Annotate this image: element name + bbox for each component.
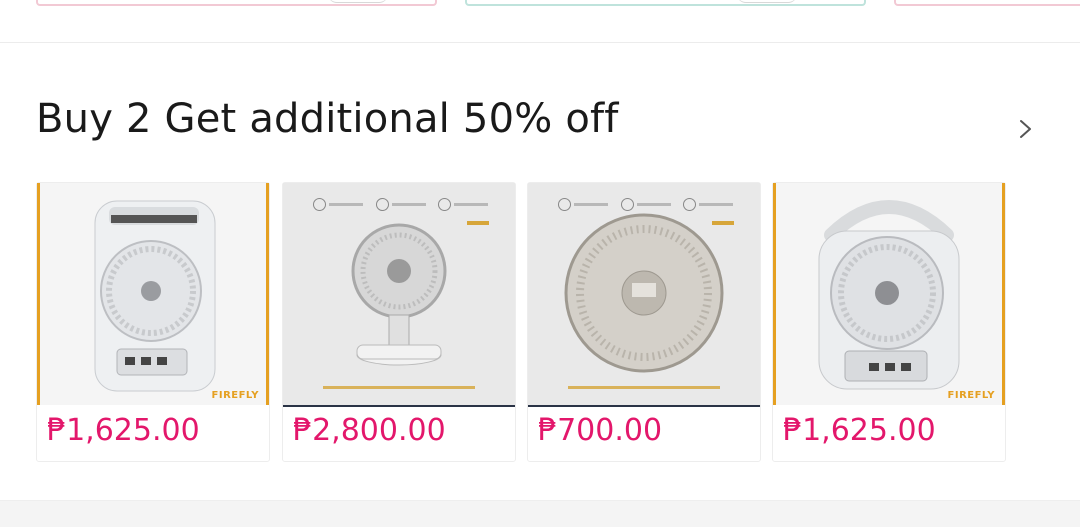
product-price: ₱1,625.00 xyxy=(783,413,936,448)
section-title: Buy 2 Get additional 50% off xyxy=(36,96,619,142)
chevron-right-icon[interactable] xyxy=(1014,118,1036,140)
product-image: FIREFLY xyxy=(773,183,1005,405)
product-price: ₱700.00 xyxy=(538,413,663,448)
product-image: FIREFLY xyxy=(37,183,269,405)
product-card[interactable]: FIREFLY ₱1,625.00 xyxy=(36,182,270,462)
model-tag xyxy=(712,221,734,225)
section-divider xyxy=(0,42,1080,43)
brand-logo: FIREFLY xyxy=(947,390,995,401)
caption-text xyxy=(568,386,720,389)
top-promo-card[interactable] xyxy=(894,0,1080,6)
desk-fan-icon xyxy=(351,223,447,366)
product-price: ₱2,800.00 xyxy=(293,413,446,448)
product-image xyxy=(283,183,515,407)
promo-decoration xyxy=(328,0,388,3)
section-divider xyxy=(0,500,1080,527)
product-card[interactable]: ₱700.00 xyxy=(527,182,761,462)
handle-fan-icon xyxy=(818,200,960,390)
promo-decoration xyxy=(737,0,797,3)
feature-icons xyxy=(313,195,488,213)
top-promo-card[interactable] xyxy=(465,0,866,6)
feature-icons xyxy=(558,195,733,213)
top-promo-strip xyxy=(0,0,1080,42)
product-price: ₱1,625.00 xyxy=(47,413,200,448)
portable-box-fan-icon xyxy=(564,213,724,373)
product-image xyxy=(528,183,760,407)
top-promo-card[interactable] xyxy=(36,0,437,6)
product-card[interactable]: ₱2,800.00 xyxy=(282,182,516,462)
caption-text xyxy=(323,386,475,389)
product-card[interactable]: FIREFLY ₱1,625.00 xyxy=(772,182,1006,462)
rechargeable-fan-icon xyxy=(94,200,216,392)
brand-logo: FIREFLY xyxy=(211,390,259,401)
product-carousel: FIREFLY ₱1,625.00 ₱2,800.00 ₱700.00 FIRE… xyxy=(36,182,1080,464)
model-tag xyxy=(467,221,489,225)
